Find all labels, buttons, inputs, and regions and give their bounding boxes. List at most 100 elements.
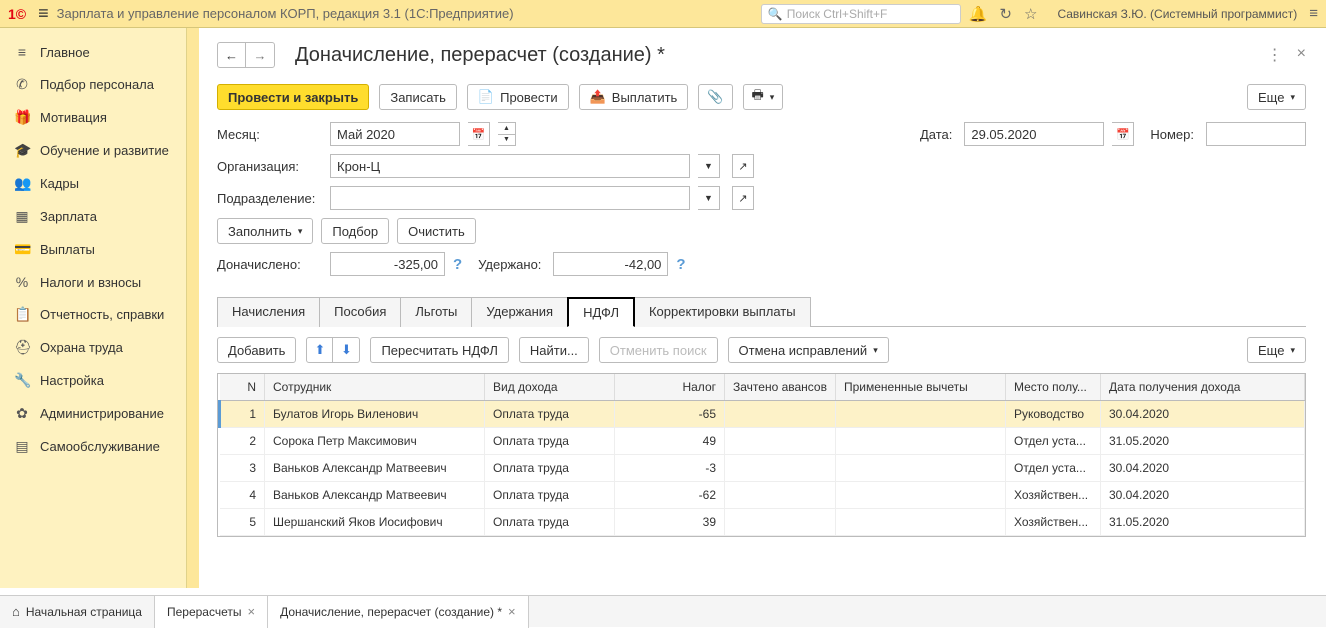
withheld-input[interactable]: -42,00 — [553, 252, 668, 276]
nav-icon: 🔧 — [14, 372, 30, 389]
tab-1[interactable]: Пособия — [319, 297, 401, 327]
nav-label: Настройка — [40, 373, 104, 388]
table-row[interactable]: 3Ваньков Александр МатвеевичОплата труда… — [220, 455, 1305, 482]
sidebar-item-0[interactable]: ≡Главное — [0, 36, 186, 68]
move-up-icon[interactable]: ⬆ — [307, 338, 333, 362]
cancel-corrections-button[interactable]: Отмена исправлений — [728, 337, 889, 363]
settings-icon[interactable]: ≡ — [1309, 5, 1318, 22]
nav-icon: ≡ — [14, 44, 30, 60]
tab-5[interactable]: Корректировки выплаты — [634, 297, 811, 327]
write-button[interactable]: Записать — [379, 84, 457, 110]
col-header[interactable]: Место полу... — [1005, 374, 1100, 401]
col-header[interactable]: Дата получения дохода — [1100, 374, 1304, 401]
find-button[interactable]: Найти... — [519, 337, 589, 363]
menu-icon[interactable]: ≡ — [38, 3, 49, 24]
tab-0[interactable]: Начисления — [217, 297, 320, 327]
bell-icon[interactable]: 🔔 — [969, 5, 988, 23]
calendar-icon[interactable]: 📅 — [468, 122, 490, 146]
add-button[interactable]: Добавить — [217, 337, 296, 363]
col-header[interactable]: Сотрудник — [265, 374, 485, 401]
month-spinner[interactable]: ▲▼ — [498, 122, 516, 146]
close-tab-icon[interactable]: × — [247, 604, 255, 619]
org-open-icon[interactable]: ↗ — [732, 154, 754, 178]
sidebar-item-6[interactable]: 💳Выплаты — [0, 233, 186, 266]
number-label: Номер: — [1150, 127, 1194, 142]
user-info[interactable]: Савинская З.Ю. (Системный программист) — [1057, 7, 1297, 21]
nav-icon: % — [14, 274, 30, 290]
accrued-label: Доначислено: — [217, 257, 322, 272]
help-icon-2[interactable]: ? — [676, 256, 685, 273]
col-header[interactable]: Вид дохода — [485, 374, 615, 401]
sidebar-item-1[interactable]: ✆Подбор персонала — [0, 68, 186, 101]
col-header[interactable]: Зачтено авансов — [725, 374, 836, 401]
table-row[interactable]: 4Ваньков Александр МатвеевичОплата труда… — [220, 482, 1305, 509]
history-icon[interactable]: ↻ — [999, 5, 1012, 23]
post-icon: 📄 — [478, 89, 494, 105]
nav-icon: ▤ — [14, 438, 30, 455]
print-button[interactable]: 🖶 — [743, 84, 784, 110]
attach-button[interactable]: 📎 — [698, 84, 732, 110]
bottom-tab-1[interactable]: Перерасчеты× — [155, 596, 268, 628]
month-input[interactable]: Май 2020 — [330, 122, 460, 146]
sidebar-item-8[interactable]: 📋Отчетность, справки — [0, 298, 186, 331]
date-input[interactable]: 29.05.2020 — [964, 122, 1104, 146]
tab-4[interactable]: НДФЛ — [567, 297, 635, 327]
sidebar-item-2[interactable]: 🎁Мотивация — [0, 101, 186, 134]
table-row[interactable]: 2Сорока Петр МаксимовичОплата труда49Отд… — [220, 428, 1305, 455]
dept-dropdown-icon[interactable]: ▼ — [698, 186, 720, 210]
pay-icon: 📤 — [590, 89, 606, 105]
pick-button[interactable]: Подбор — [321, 218, 389, 244]
nav-arrows: ← → — [217, 42, 275, 68]
sidebar-item-10[interactable]: 🔧 Настройка — [0, 364, 186, 397]
org-dropdown-icon[interactable]: ▼ — [698, 154, 720, 178]
post-button[interactable]: 📄Провести — [467, 84, 569, 110]
table-row[interactable]: 1Булатов Игорь ВиленовичОплата труда-65Р… — [220, 401, 1305, 428]
col-header[interactable]: N — [220, 374, 265, 401]
clip-icon: 📎 — [707, 89, 723, 105]
more-button[interactable]: Еще — [1247, 84, 1306, 110]
search-input[interactable]: 🔍 Поиск Ctrl+Shift+F — [761, 4, 961, 24]
help-icon[interactable]: ? — [453, 256, 462, 273]
sidebar-item-3[interactable]: 🎓Обучение и развитие — [0, 134, 186, 167]
nav-label: Отчетность, справки — [40, 307, 164, 322]
close-tab-icon[interactable]: × — [508, 604, 516, 619]
recalc-button[interactable]: Пересчитать НДФЛ — [370, 337, 508, 363]
org-input[interactable]: Крон-Ц — [330, 154, 690, 178]
post-close-button[interactable]: Провести и закрыть — [217, 84, 369, 110]
close-icon[interactable]: × — [1297, 45, 1306, 65]
date-calendar-icon[interactable]: 📅 — [1112, 122, 1134, 146]
col-header[interactable]: Налог — [615, 374, 725, 401]
print-icon: 🖶 — [752, 86, 764, 108]
tab-2[interactable]: Льготы — [400, 297, 472, 327]
nav-label: Охрана труда — [40, 340, 123, 355]
main-content: ← → Доначисление, перерасчет (создание) … — [187, 28, 1326, 588]
sidebar-item-11[interactable]: ✿Администрирование — [0, 397, 186, 430]
back-button[interactable]: ← — [218, 43, 246, 67]
home-tab[interactable]: ⌂Начальная страница — [0, 596, 155, 628]
clear-button[interactable]: Очистить — [397, 218, 476, 244]
sidebar-item-4[interactable]: 👥Кадры — [0, 167, 186, 200]
tab-3[interactable]: Удержания — [471, 297, 568, 327]
number-input[interactable] — [1206, 122, 1306, 146]
nav-label: Самообслуживание — [40, 439, 160, 454]
nav-icon: ✆ — [14, 76, 30, 93]
accrued-input[interactable]: -325,00 — [330, 252, 445, 276]
more-menu-icon[interactable]: ⋮ — [1267, 45, 1283, 65]
forward-button[interactable]: → — [246, 43, 274, 67]
sidebar-item-5[interactable]: ▦Зарплата — [0, 200, 186, 233]
dept-input[interactable] — [330, 186, 690, 210]
fill-button[interactable]: Заполнить — [217, 218, 313, 244]
col-header[interactable]: Примененные вычеты — [835, 374, 1005, 401]
sidebar-item-9[interactable]: ⛑Охрана труда — [0, 331, 186, 364]
nav-label: Администрирование — [40, 406, 164, 421]
nav-label: Выплаты — [40, 242, 95, 257]
sidebar-item-12[interactable]: ▤ Самообслуживание — [0, 430, 186, 463]
bottom-tab-2[interactable]: Доначисление, перерасчет (создание) *× — [268, 596, 529, 628]
sidebar-item-7[interactable]: %Налоги и взносы — [0, 266, 186, 298]
table-row[interactable]: 5Шершанский Яков ИосифовичОплата труда39… — [220, 509, 1305, 536]
dept-open-icon[interactable]: ↗ — [732, 186, 754, 210]
table-more-button[interactable]: Еще — [1247, 337, 1306, 363]
move-down-icon[interactable]: ⬇ — [333, 338, 359, 362]
pay-button[interactable]: 📤Выплатить — [579, 84, 689, 110]
star-icon[interactable]: ☆ — [1024, 5, 1037, 23]
